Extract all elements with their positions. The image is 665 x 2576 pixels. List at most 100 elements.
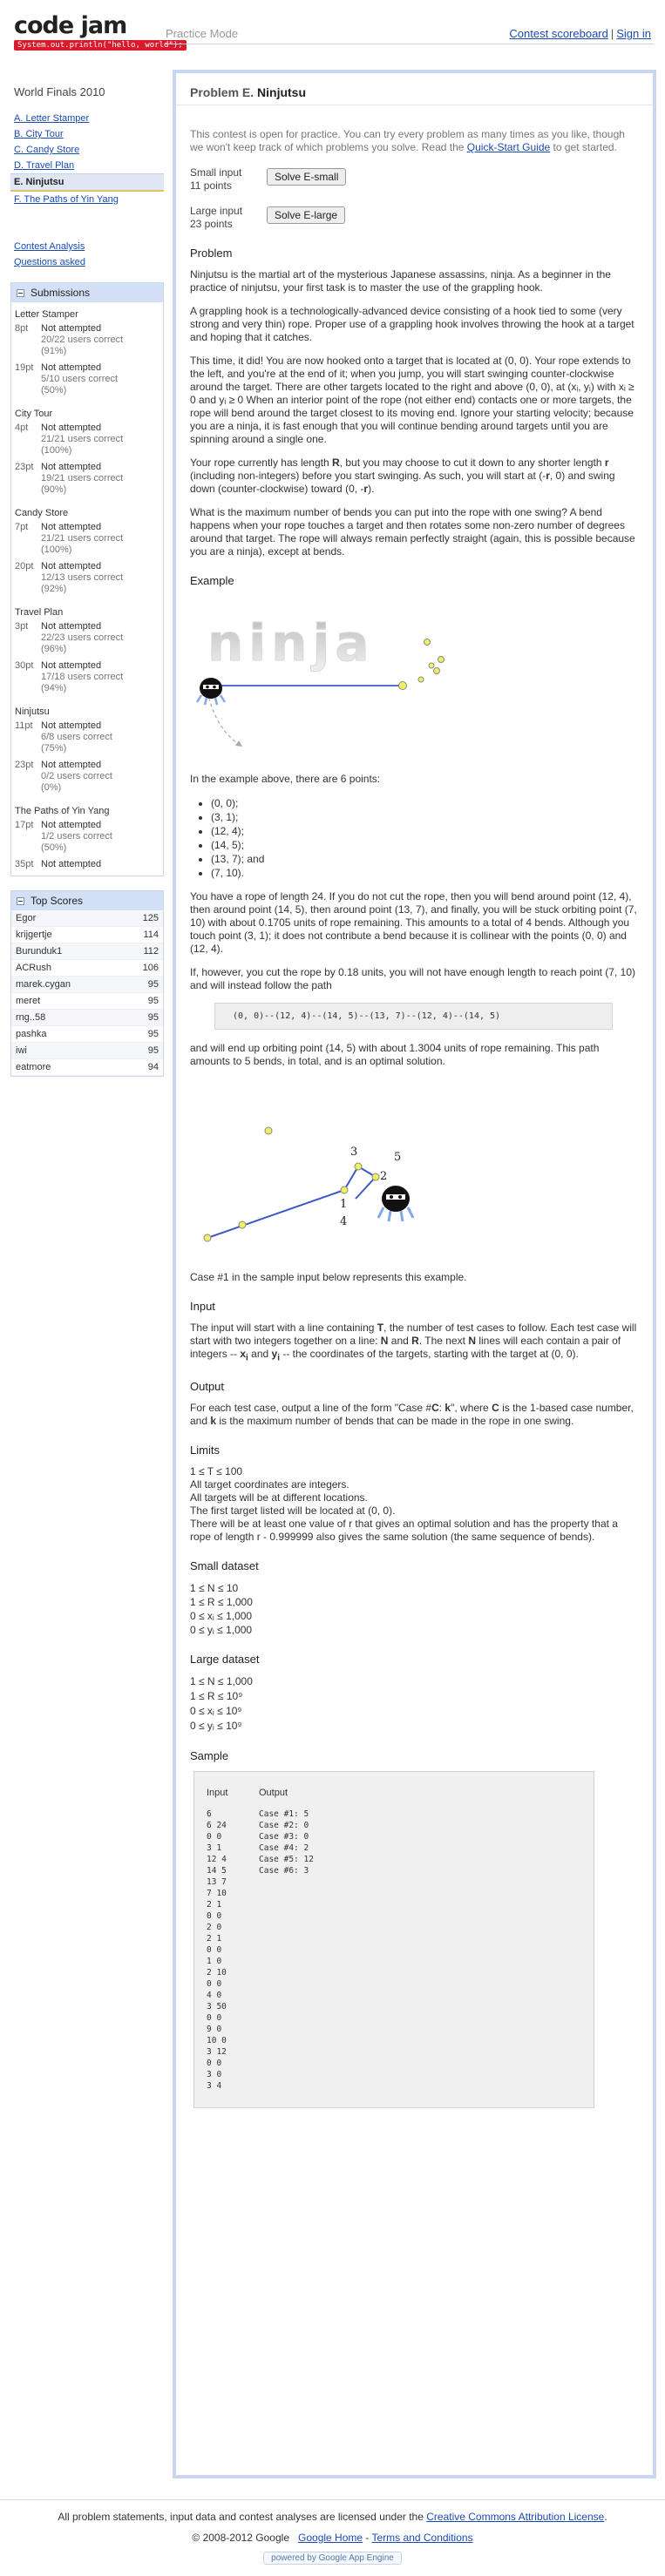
submission-stat: 17/18 users correct [41,672,124,682]
var-R: R [332,456,340,469]
submission-percent: (75%) [41,743,67,754]
sidebar-links: Contest Analysis Questions asked [10,239,164,270]
submission-points: 35pt [15,859,34,869]
submission-row: 35pt Not attempted [11,857,163,874]
score-row[interactable]: Egor 125 [11,910,163,927]
collapse-icon[interactable] [17,896,24,905]
submission-row: 4pt Not attempted 21/21 users correct (100%… [11,421,163,460]
contest-title: World Finals 2010 [14,85,105,98]
problem-link-c[interactable]: C. Candy Store [10,142,164,158]
top-links: Contest scoreboard | Sign in [509,27,651,40]
submission-status: Not attempted [41,323,102,334]
score-row[interactable]: iwi 95 [11,1043,163,1059]
contestant-name: Egor [16,913,37,923]
submission-group: The Paths of Yin Yang 17pt Not attempted 1/… [11,799,163,876]
problem-link-e-selected[interactable]: E. Ninjutsu [10,173,164,192]
submission-groups: Letter Stamper 8pt Not attempted 20/22 user… [11,302,163,876]
problem-paragraph-5: What is the maximum number of bends you … [190,506,635,558]
google-home-link[interactable]: Google Home [298,2532,363,2544]
submission-row: 23pt Not attempted 19/21 users correct (90%… [11,460,163,499]
score-row[interactable]: krijgertje 114 [11,927,163,943]
limit-line: The first target listed will be located … [190,1504,396,1518]
submission-percent: (96%) [41,644,67,654]
large-input-points: 23 points [190,218,233,230]
submission-row: 23pt Not attempted 0/2 users correct (0%) [11,758,163,797]
top-scores-header[interactable]: Top Scores [11,891,163,910]
text: Your rope currently has length [190,456,332,469]
problem-link-d[interactable]: D. Travel Plan [10,158,164,173]
submissions-header[interactable]: Submissions [11,283,163,302]
limit-line: All target coordinates are integers. [190,1478,349,1491]
figure-label-4: 4 [340,1215,347,1228]
score-row[interactable]: meret 95 [11,993,163,1010]
score-row[interactable]: eatmore 94 [11,1059,163,1076]
score-row[interactable]: ACRush 106 [11,960,163,977]
sign-in-link[interactable]: Sign in [616,27,651,40]
submission-points: 23pt [15,760,34,770]
submission-points: 7pt [15,522,29,532]
license-end: . [604,2511,607,2523]
submission-status: Not attempted [41,859,102,869]
contest-scoreboard-link[interactable]: Contest scoreboard [509,27,607,40]
score-row[interactable]: rng..58 95 [11,1010,163,1026]
terms-link[interactable]: Terms and Conditions [372,2532,473,2544]
limits-heading: Limits [190,1444,220,1457]
path-code-block: (0, 0)--(12, 4)--(14, 5)--(13, 7)--(12, … [214,1003,613,1030]
submission-info: Not attempted 5/10 users correct (50%) [41,362,159,396]
problem-list: A. Letter Stamper B. City Tour C. Candy … [10,111,164,207]
submission-status: Not attempted [41,522,102,532]
problem-title-prefix: Problem E. [190,85,254,99]
submission-status: Not attempted [41,362,102,373]
app-engine-badge[interactable]: powered by Google App Engine [263,2552,402,2565]
creative-commons-link[interactable]: Creative Commons Attribution License [426,2511,604,2523]
problem-link-b[interactable]: B. City Tour [10,126,164,142]
ninja-word-art: ninja [207,613,374,673]
separator: - [363,2532,372,2544]
submission-row: 11pt Not attempted 6/8 users correct (75%) [11,719,163,758]
contestant-name: pashka [16,1029,47,1039]
sample-output: Case #1: 5 Case #2: 0 Case #3: 0 Case #4… [259,1809,314,1876]
submission-stat: 21/21 users correct [41,434,124,444]
problem-link-a[interactable]: A. Letter Stamper [10,111,164,126]
sample-heading: Sample [190,1749,229,1763]
limit-line: 0 ≤ yᵢ ≤ 10⁹ [190,1720,242,1733]
contestant-score: 95 [147,1012,159,1023]
limit-line: 1 ≤ N ≤ 10 [190,1582,239,1595]
sample-box: Input Output 6 6 24 0 0 3 1 12 4 14 5 13… [193,1771,594,2109]
problem-paragraph-3: This time, it did! You are now hooked on… [190,355,634,445]
submission-percent: (90%) [41,484,67,495]
large-input-label: Large input 23 points [190,205,267,231]
score-row[interactable]: pashka 95 [11,1026,163,1043]
questions-asked-link[interactable]: Questions asked [10,254,164,270]
logo-subtitle: System.out.println("hello, world"); [14,40,187,51]
solve-small-button[interactable]: Solve E-small [267,168,347,186]
ninja-figure-1: ninja [190,596,637,764]
sample-output-label: Output [259,1788,288,1799]
limits-list: 1 ≤ T ≤ 100 All target coordinates are i… [190,1465,637,1544]
list-item: (0, 0); [211,796,637,810]
ninja-character-icon [195,678,227,706]
submission-info: Not attempted 12/13 users correct (92%) [41,561,159,595]
submission-status: Not attempted [41,660,102,671]
submission-row: 19pt Not attempted 5/10 users correct (50%) [11,361,163,400]
score-row[interactable]: Burunduk1 112 [11,943,163,960]
contest-analysis-link[interactable]: Contest Analysis [10,239,164,254]
contestant-score: 95 [147,1045,159,1056]
logo[interactable]: code jam [14,12,127,39]
top-scores-panel: Top Scores Egor 125 krijgertje 114 Burunduk1… [10,890,164,1077]
solve-large-button[interactable]: Solve E-large [267,206,346,224]
contestant-score: 94 [147,1062,159,1072]
submission-status: Not attempted [41,423,102,433]
quick-start-guide-link[interactable]: Quick-Start Guide [467,141,550,153]
limit-line: All targets will be at different locatio… [190,1491,368,1504]
text: . The next [418,1335,469,1347]
input-paragraph: The input will start with a line contain… [190,1322,637,1364]
collapse-icon[interactable] [17,288,24,297]
example-points-list: (0, 0); (3, 1); (12, 4); (14, 5); (13, 7… [190,796,637,880]
footer-divider [0,2499,665,2500]
problem-panel: Problem E. Ninjutsu This contest is open… [173,70,656,2478]
contestant-name: Burunduk1 [16,946,63,957]
problem-link-f[interactable]: F. The Paths of Yin Yang [10,192,164,207]
score-row[interactable]: marek.cygan 95 [11,977,163,993]
example-paragraph-4: and will end up orbiting point (14, 5) w… [190,1042,600,1067]
